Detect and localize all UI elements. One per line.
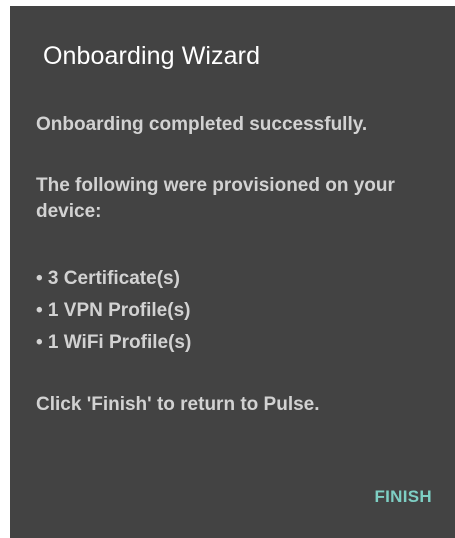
success-message: Onboarding completed successfully. (36, 114, 368, 135)
list-item-wifi-profiles: • 1 WiFi Profile(s) (36, 332, 192, 353)
dialog-title: Onboarding Wizard (43, 42, 261, 70)
onboarding-dialog: Onboarding Wizard Onboarding completed s… (10, 6, 455, 538)
list-item-certificates: • 3 Certificate(s) (36, 268, 180, 289)
provisioned-list: • 3 Certificate(s) • 1 VPN Profile(s) • … (36, 263, 191, 359)
provisioned-intro: The following were provisioned on your d… (36, 175, 395, 222)
finish-button[interactable]: FINISH (372, 483, 434, 511)
list-item-vpn-profiles: • 1 VPN Profile(s) (36, 300, 191, 321)
return-instruction: Click 'Finish' to return to Pulse. (36, 394, 320, 415)
